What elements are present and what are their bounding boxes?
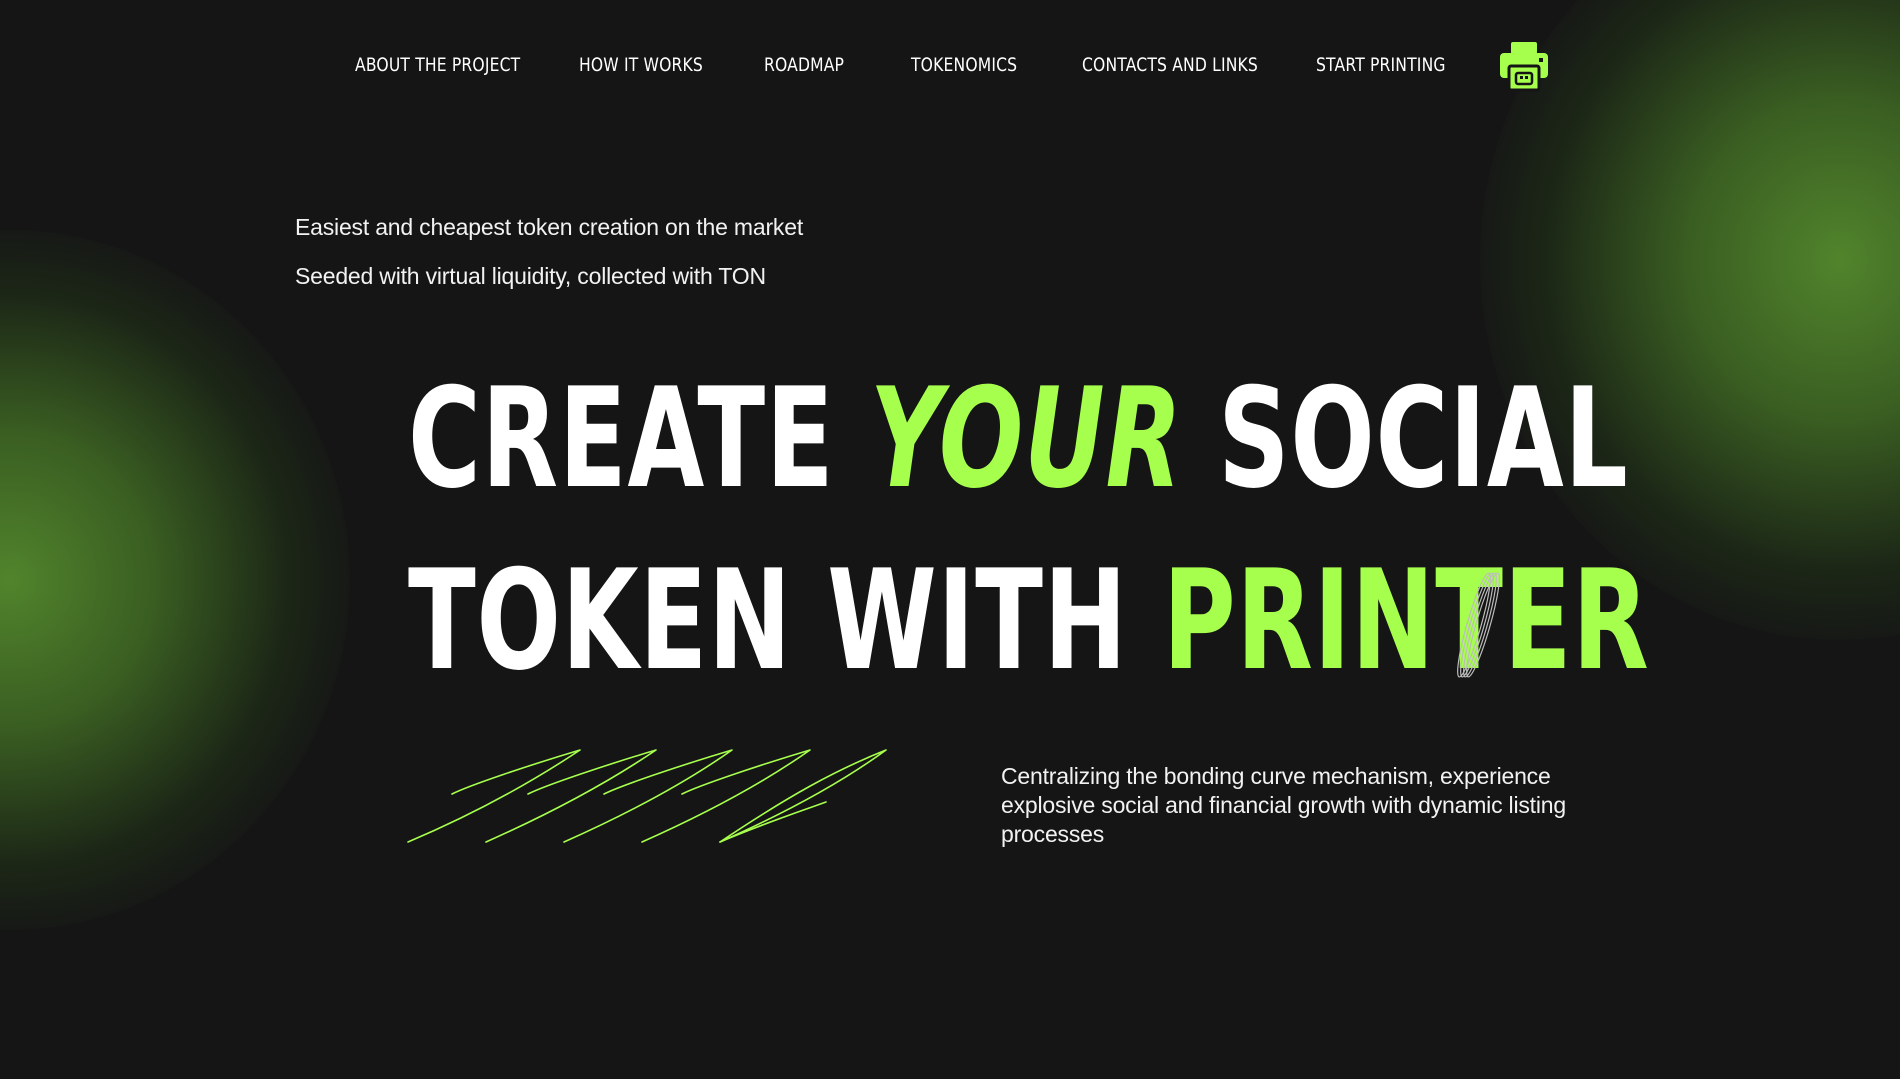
nav-how-it-works[interactable]: HOW IT WORKS: [579, 54, 703, 76]
nav-tokenomics[interactable]: TOKENOMICS: [911, 54, 1017, 76]
printer-icon[interactable]: [1498, 40, 1550, 92]
hero-word-printer: PRINTER: [1162, 540, 1650, 701]
nav-start-printing[interactable]: START PRINTING: [1316, 54, 1446, 76]
green-glow-left: [0, 230, 350, 930]
nav-about-the-project[interactable]: ABOUT THE PROJECT: [355, 54, 520, 76]
nav-roadmap[interactable]: ROADMAP: [764, 54, 844, 76]
tagline-secondary: Seeded with virtual liquidity, collected…: [295, 263, 766, 289]
tagline-primary: Easiest and cheapest token creation on t…: [295, 214, 804, 240]
landing-page: ABOUT THE PROJECT HOW IT WORKS ROADMAP T…: [0, 0, 1900, 1079]
hero-word-with: WITH: [827, 540, 1128, 701]
top-navigation: ABOUT THE PROJECT HOW IT WORKS ROADMAP T…: [0, 40, 1900, 92]
coin-outline-icon: [1457, 572, 1500, 678]
hero-word-token: TOKEN: [408, 540, 792, 701]
hero-word-create: CREATE: [408, 358, 835, 519]
green-scribble-decoration: [407, 749, 887, 843]
hero-heading-line-1: CREATE YOUR SOCIAL: [408, 370, 1628, 508]
hero-word-your: YOUR: [869, 358, 1183, 519]
nav-contacts-and-links[interactable]: CONTACTS AND LINKS: [1082, 54, 1258, 76]
hero-description: Centralizing the bonding curve mechanism…: [1001, 763, 1566, 847]
hero-word-social: SOCIAL: [1218, 358, 1629, 519]
